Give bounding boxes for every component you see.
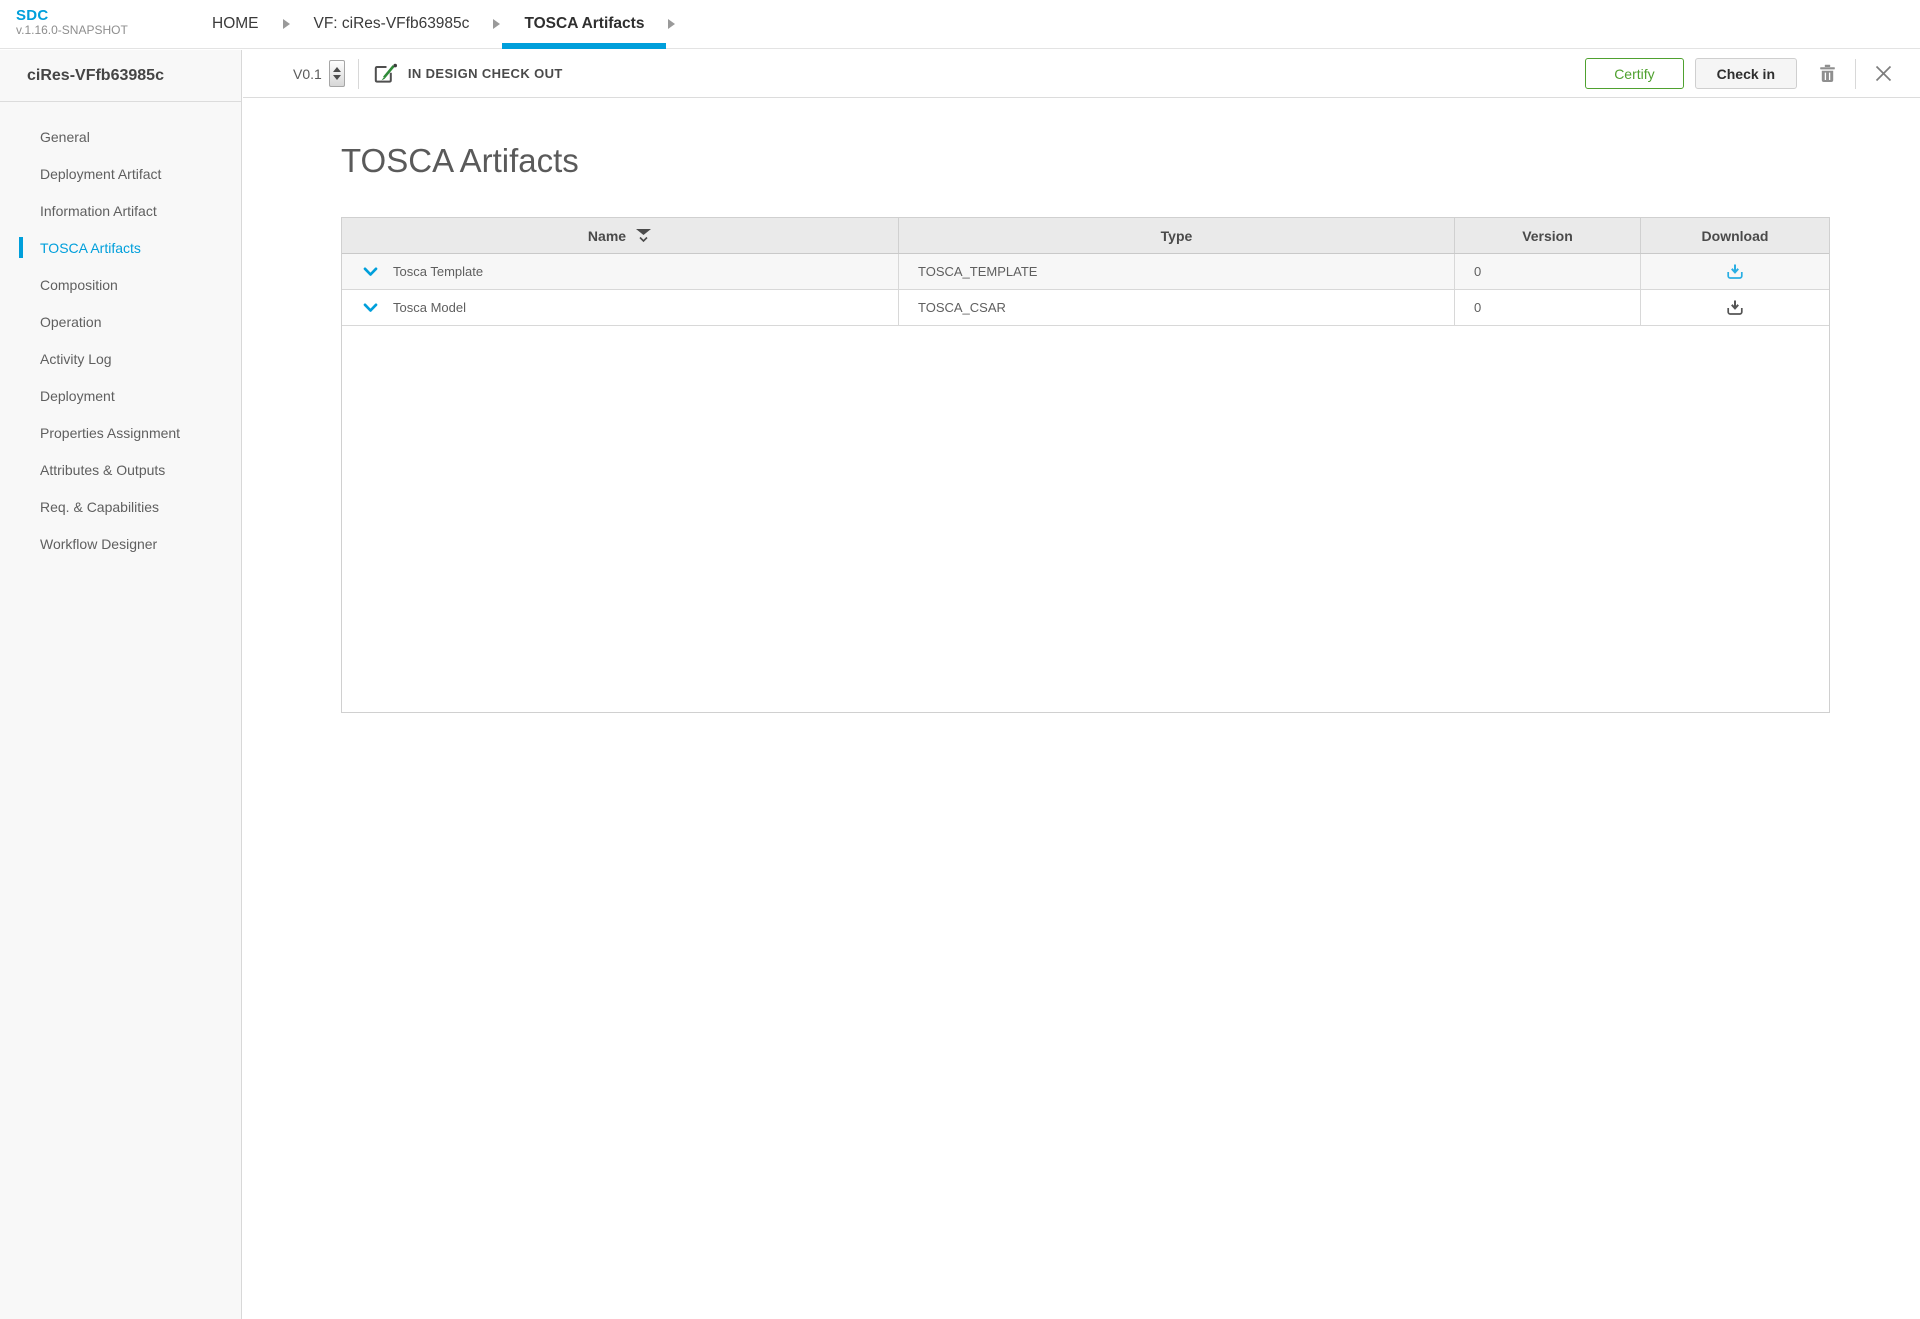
lifecycle-state: IN DESIGN CHECK OUT	[372, 63, 563, 85]
name-cell: Tosca Model	[342, 290, 899, 325]
main-content: TOSCA Artifacts Name Type Version Downlo…	[243, 99, 1920, 1319]
version-selector[interactable]	[329, 60, 345, 87]
tosca-artifacts-table: Name Type Version Download	[341, 217, 1830, 713]
artifact-name: Tosca Template	[393, 264, 483, 279]
sidebar-item-operation[interactable]: Operation	[0, 303, 241, 340]
artifact-version: 0	[1474, 264, 1481, 279]
column-header-type[interactable]: Type	[899, 218, 1455, 253]
column-header-type-label: Type	[1161, 228, 1193, 244]
lifecycle-state-label: IN DESIGN CHECK OUT	[408, 66, 563, 81]
sort-icon	[635, 228, 652, 243]
certify-button[interactable]: Certify	[1585, 58, 1683, 89]
toolbar-divider	[1855, 59, 1856, 89]
close-icon	[1875, 65, 1892, 82]
download-icon	[1726, 263, 1744, 280]
expand-row-button[interactable]	[361, 301, 380, 315]
sdc-version-label: v.1.16.0-SNAPSHOT	[16, 24, 128, 38]
expand-row-button[interactable]	[361, 265, 380, 279]
sidebar-item-workflow-designer[interactable]: Workflow Designer	[0, 525, 241, 562]
type-cell: TOSCA_CSAR	[899, 290, 1455, 325]
download-cell	[1641, 254, 1829, 289]
table-row-tosca-template: Tosca Template TOSCA_TEMPLATE 0	[342, 254, 1829, 290]
breadcrumb-home[interactable]: HOME	[190, 0, 281, 48]
breadcrumb-vf[interactable]: VF: ciRes-VFfb63985c	[292, 0, 492, 48]
breadcrumb-arrow-icon	[493, 19, 500, 29]
sdc-logo[interactable]: SDC v.1.16.0-SNAPSHOT	[16, 7, 128, 38]
download-button[interactable]	[1723, 296, 1747, 319]
sidebar-item-deployment-artifact[interactable]: Deployment Artifact	[0, 155, 241, 192]
download-cell	[1641, 290, 1829, 325]
toolbar: V0.1 IN DESIGN CHECK OUT Certify Check i…	[243, 50, 1920, 98]
breadcrumb-tosca-artifacts[interactable]: TOSCA Artifacts	[502, 0, 666, 48]
delete-button[interactable]	[1813, 60, 1842, 87]
page-title: TOSCA Artifacts	[341, 142, 1920, 180]
resource-name-title: ciRes-VFfb63985c	[0, 50, 241, 102]
chevron-down-icon	[363, 303, 378, 313]
sidebar-item-properties-assignment[interactable]: Properties Assignment	[0, 414, 241, 451]
version-label: V0.1	[293, 66, 322, 82]
trash-icon	[1819, 64, 1836, 83]
spinner-up-icon[interactable]	[333, 67, 341, 72]
sidebar-item-information-artifact[interactable]: Information Artifact	[0, 192, 241, 229]
spinner-down-icon[interactable]	[333, 75, 341, 80]
table-header-row: Name Type Version Download	[342, 218, 1829, 254]
column-header-version[interactable]: Version	[1455, 218, 1641, 253]
version-cell: 0	[1455, 290, 1641, 325]
artifact-type: TOSCA_CSAR	[918, 300, 1006, 315]
sidebar-item-req-capabilities[interactable]: Req. & Capabilities	[0, 488, 241, 525]
sidebar-item-deployment[interactable]: Deployment	[0, 377, 241, 414]
breadcrumb-arrow-icon	[668, 19, 675, 29]
column-header-download-label: Download	[1702, 228, 1769, 244]
sidebar-menu: General Deployment Artifact Information …	[0, 102, 241, 562]
check-in-button[interactable]: Check in	[1695, 58, 1797, 89]
chevron-down-icon	[363, 267, 378, 277]
version-cell: 0	[1455, 254, 1641, 289]
sidebar-item-activity-log[interactable]: Activity Log	[0, 340, 241, 377]
name-cell: Tosca Template	[342, 254, 899, 289]
breadcrumb-arrow-icon	[283, 19, 290, 29]
artifact-version: 0	[1474, 300, 1481, 315]
sidebar-item-attributes-outputs[interactable]: Attributes & Outputs	[0, 451, 241, 488]
close-button[interactable]	[1869, 61, 1898, 86]
sidebar-item-tosca-artifacts[interactable]: TOSCA Artifacts	[0, 229, 241, 266]
edit-pencil-icon	[372, 63, 398, 85]
type-cell: TOSCA_TEMPLATE	[899, 254, 1455, 289]
sidebar-item-general[interactable]: General	[0, 118, 241, 155]
sidebar: ciRes-VFfb63985c General Deployment Arti…	[0, 50, 242, 1319]
top-header: SDC v.1.16.0-SNAPSHOT HOME VF: ciRes-VFf…	[0, 0, 1920, 49]
artifact-type: TOSCA_TEMPLATE	[918, 264, 1037, 279]
download-icon	[1726, 299, 1744, 316]
table-row-tosca-model: Tosca Model TOSCA_CSAR 0	[342, 290, 1829, 326]
toolbar-actions: Certify Check in	[1585, 58, 1898, 89]
sidebar-item-composition[interactable]: Composition	[0, 266, 241, 303]
sdc-logo-title: SDC	[16, 7, 128, 24]
column-header-name[interactable]: Name	[342, 218, 899, 253]
column-header-download[interactable]: Download	[1641, 218, 1829, 253]
breadcrumb: HOME VF: ciRes-VFfb63985c TOSCA Artifact…	[190, 0, 677, 48]
column-header-name-label: Name	[588, 228, 626, 244]
toolbar-divider	[358, 59, 359, 89]
column-header-version-label: Version	[1522, 228, 1573, 244]
download-button[interactable]	[1723, 260, 1747, 283]
artifact-name: Tosca Model	[393, 300, 466, 315]
